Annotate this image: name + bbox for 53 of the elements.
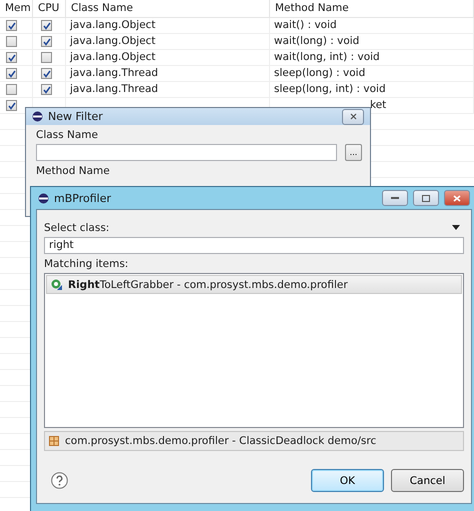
class-icon — [51, 279, 62, 290]
table-cell: sleep(long, int) : void — [274, 82, 386, 97]
maximize-icon — [422, 194, 430, 202]
table-cell: sleep(long) : void — [274, 66, 366, 81]
table-cell: wait(long) : void — [274, 34, 360, 49]
field-label: Method Name — [36, 165, 110, 177]
table-cell: java.lang.Thread — [70, 66, 158, 81]
checkbox[interactable] — [41, 20, 52, 31]
ok-button[interactable]: OK — [311, 469, 384, 492]
app-logo-icon — [38, 192, 49, 204]
checkbox[interactable] — [6, 68, 17, 79]
cancel-button[interactable]: Cancel — [391, 469, 464, 492]
table-cell: wait() : void — [274, 18, 337, 33]
window-title: New Filter — [48, 110, 103, 123]
field-label: Matching items: — [44, 258, 128, 270]
list-item[interactable]: RightToLeftGrabber - com.prosyst.mbs.demo.profiler — [46, 275, 462, 294]
table-cell: java.lang.Thread — [70, 82, 158, 97]
checkbox[interactable] — [41, 68, 52, 79]
checkbox[interactable] — [41, 84, 52, 95]
checkbox[interactable] — [41, 52, 52, 63]
column-header[interactable]: CPU — [33, 0, 66, 18]
column-header[interactable]: Method Name — [270, 0, 474, 18]
table-cell: wait(long, int) : void — [274, 50, 380, 65]
app-logo-icon — [32, 111, 43, 122]
checkbox[interactable] — [6, 52, 17, 63]
checkbox[interactable] — [6, 84, 17, 95]
checkbox[interactable] — [6, 36, 17, 47]
checkbox[interactable] — [6, 100, 17, 111]
minimize-icon — [391, 196, 399, 200]
minimize-button[interactable] — [382, 190, 408, 206]
window-title: mBProfiler — [54, 192, 111, 204]
dropdown-icon[interactable] — [452, 225, 460, 230]
package-icon — [49, 436, 59, 446]
table-cell: java.lang.Object — [70, 18, 156, 33]
column-header[interactable]: Mem — [0, 0, 33, 18]
location-bar: com.prosyst.mbs.demo.profiler - ClassicDeadlock demo/src — [44, 431, 464, 451]
table-cell: java.lang.Object — [70, 50, 156, 65]
checkbox[interactable] — [41, 36, 52, 47]
close-icon — [453, 194, 461, 202]
close-button[interactable] — [342, 108, 364, 124]
close-icon — [350, 113, 356, 120]
search-field[interactable]: right — [44, 237, 464, 254]
column-header[interactable]: Class Name — [66, 0, 270, 18]
field-label: Select class: — [44, 222, 110, 234]
checkbox[interactable] — [6, 20, 17, 31]
help-icon[interactable] — [51, 472, 68, 489]
table-cell: ket — [370, 98, 386, 113]
field-label: Class Name — [36, 129, 98, 141]
table-cell: java.lang.Object — [70, 34, 156, 49]
class-name-field[interactable] — [36, 144, 337, 161]
maximize-button[interactable] — [413, 190, 439, 206]
close-button[interactable] — [444, 190, 470, 206]
browse-button[interactable]: ... — [345, 144, 362, 161]
